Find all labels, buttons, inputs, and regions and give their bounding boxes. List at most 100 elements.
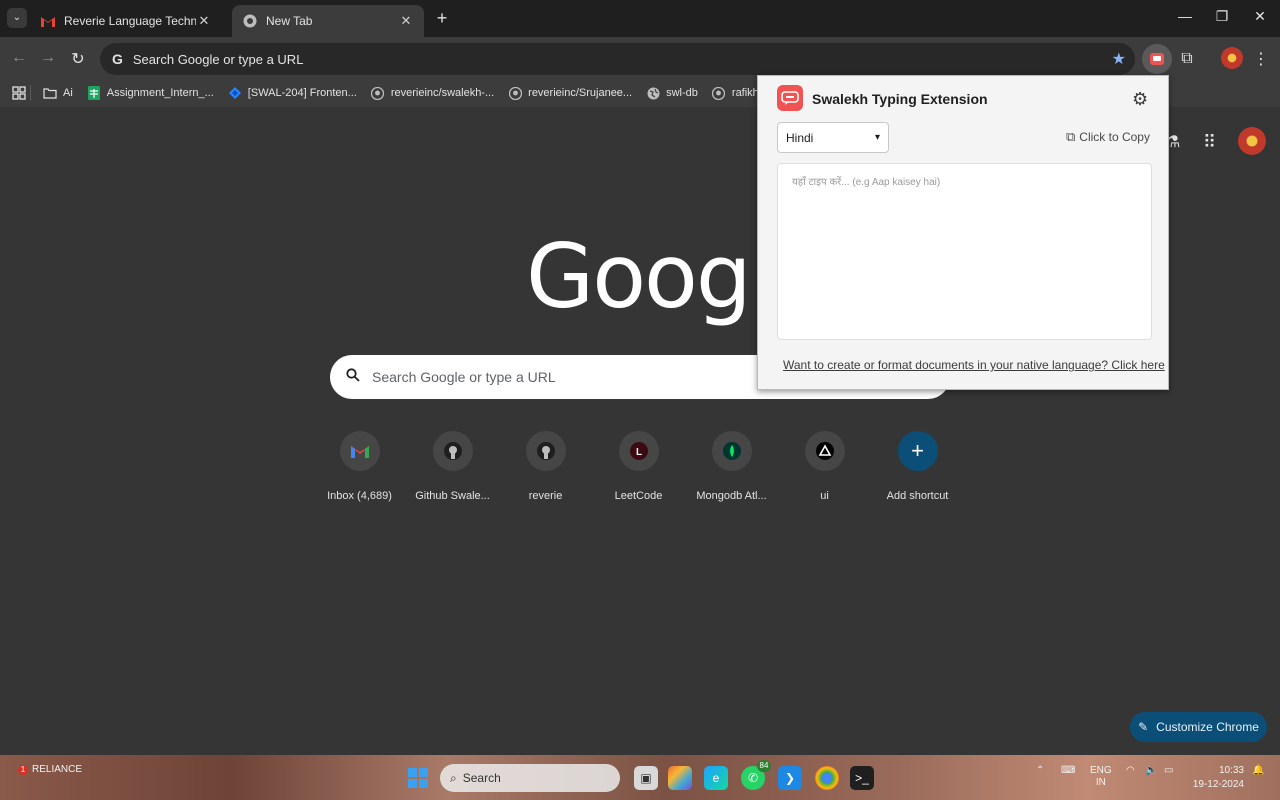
chevron-down-icon: ▾ [874, 132, 880, 143]
reload-icon[interactable]: ↻ [68, 49, 88, 69]
typing-textarea[interactable]: यहाँ टाइप करें... (e.g Aap kaisey hai) [777, 163, 1152, 340]
whatsapp-icon[interactable]: ✆ 84 [741, 760, 771, 790]
apps-grid-icon[interactable] [12, 86, 26, 100]
bookmark-item[interactable]: reverieinc/swalekh-... [371, 86, 494, 100]
language-select[interactable]: Hindi ▾ [777, 122, 889, 153]
svg-text:L: L [635, 447, 641, 458]
system-clock[interactable]: 10:33 19-12-2024 [1190, 764, 1244, 792]
bookmark-label: reverieinc/swalekh-... [390, 87, 495, 99]
popup-title: Swalekh Typing Extension [812, 91, 988, 107]
swalekh-icon [1150, 53, 1164, 65]
customize-chrome-button[interactable]: ✎ Customize Chrome [1130, 712, 1267, 742]
shortcut-tile[interactable]: ui [778, 431, 871, 502]
shortcut-tile[interactable]: Mongodb Atl... [685, 431, 778, 502]
tab-search-button[interactable]: ⌄ [7, 8, 27, 28]
google-apps-icon[interactable]: ⠿ [1203, 132, 1216, 153]
bookmark-item[interactable]: Assignment_Intern_... [87, 86, 214, 100]
address-bar[interactable]: G Search Google or type a URL ★ [100, 43, 1135, 75]
widgets-text: RELIANCE [32, 764, 83, 775]
plus-icon: + [897, 431, 938, 471]
task-view-icon[interactable]: ▣ [634, 766, 658, 790]
jira-icon [228, 86, 242, 100]
ui-icon [804, 431, 845, 471]
globe-icon [646, 86, 660, 100]
folder-icon [43, 86, 57, 100]
shortcut-label: Github Swale... [415, 490, 490, 502]
swalekh-extension-button[interactable] [1142, 44, 1172, 74]
github-icon [432, 431, 473, 471]
textarea-placeholder: यहाँ टाइप करें... (e.g Aap kaisey hai) [792, 177, 941, 188]
clock-date: 19-12-2024 [1192, 779, 1244, 790]
notifications-bell-icon[interactable]: 🔔 [1252, 765, 1264, 776]
close-tab-icon[interactable]: ✕ [398, 13, 414, 29]
shortcut-label: LeetCode [614, 490, 663, 502]
windows-taskbar: 1 RELIANCE ⌕ Search ▣ e ✆ 84 ❯ >_ ⌃ ⌨ EN… [0, 755, 1280, 800]
new-tab-button[interactable]: + [432, 8, 452, 28]
keyboard-icon[interactable]: ⌨ [1061, 765, 1075, 776]
search-icon [346, 368, 360, 386]
bookmark-label: reverieinc/Srujanee... [528, 87, 633, 99]
pencil-icon: ✎ [1138, 720, 1149, 734]
bookmark-item[interactable]: swl-db [646, 86, 698, 100]
shortcut-label: Inbox (4,689) [327, 490, 392, 502]
lang-line-1: ENG [1090, 765, 1112, 776]
leetcode-icon: L [618, 431, 659, 471]
battery-icon[interactable]: ▭ [1164, 765, 1173, 776]
tab-new-tab[interactable]: New Tab ✕ [232, 5, 424, 37]
add-shortcut-button[interactable]: + Add shortcut [871, 431, 964, 502]
search-icon: ⌕ [450, 770, 457, 785]
minimize-icon[interactable]: — [1170, 8, 1200, 24]
volume-icon[interactable]: 🔈 [1145, 765, 1157, 776]
mongodb-icon [711, 431, 752, 471]
shortcut-tile[interactable]: L LeetCode [592, 431, 685, 502]
taskbar-search-placeholder: Search [462, 771, 501, 785]
start-windows-icon[interactable] [408, 768, 428, 788]
gmail-icon [40, 13, 56, 29]
shortcut-tile[interactable]: Inbox (4,689) [313, 431, 406, 502]
widgets-button[interactable]: 1 RELIANCE [18, 764, 82, 775]
click-to-copy-button[interactable]: ⧉ Click to Copy [1066, 129, 1150, 145]
taskbar-search[interactable]: ⌕ Search [440, 764, 620, 792]
edge-icon[interactable]: e [704, 766, 728, 790]
profile-avatar[interactable] [1238, 127, 1266, 155]
menu-kebab-icon[interactable]: ⋮ [1253, 49, 1269, 69]
bookmark-item[interactable]: reverieinc/Srujanee... [508, 86, 632, 100]
restore-icon[interactable]: ❐ [1207, 8, 1237, 25]
shortcut-label: ui [820, 490, 829, 502]
close-window-icon[interactable]: ✕ [1245, 8, 1275, 25]
copilot-icon[interactable] [668, 766, 692, 790]
bookmark-label: Assignment_Intern_... [106, 87, 214, 99]
google-g-icon: G [112, 51, 123, 67]
customize-label: Customize Chrome [1156, 720, 1259, 734]
bookmark-separator [30, 85, 31, 101]
swalekh-logo-icon [777, 85, 803, 111]
back-icon[interactable]: ← [9, 49, 29, 67]
language-indicator[interactable]: ENG IN [1090, 765, 1112, 789]
bookmark-item[interactable]: [SWAL-204] Fronten... [228, 86, 357, 100]
bookmark-star-icon[interactable]: ★ [1112, 49, 1126, 69]
profile-avatar[interactable] [1221, 47, 1243, 69]
clock-time: 10:33 [1218, 765, 1244, 776]
tab-title: New Tab [266, 14, 313, 28]
language-selected: Hindi [786, 130, 814, 145]
forward-icon[interactable]: → [38, 49, 58, 67]
shortcut-tile[interactable]: reverie [499, 431, 592, 502]
shortcut-label: reverie [528, 490, 563, 502]
settings-gear-icon[interactable]: ⚙ [1132, 89, 1148, 110]
tab-strip: ⌄ Reverie Language Technologies ✕ New Ta… [0, 0, 1280, 37]
chrome-icon[interactable] [815, 766, 839, 790]
tray-chevron-up-icon[interactable]: ⌃ [1036, 765, 1044, 776]
wifi-icon[interactable]: ◠ [1126, 765, 1135, 776]
native-docs-link[interactable]: Want to create or format documents in yo… [783, 358, 1165, 372]
extensions-puzzle-icon[interactable]: ⧉ [1172, 44, 1202, 74]
tab-gmail[interactable]: Reverie Language Technologies ✕ [30, 5, 222, 37]
terminal-icon[interactable]: >_ [850, 766, 874, 790]
close-tab-icon[interactable]: ✕ [196, 13, 212, 29]
browser-toolbar: ← → ↻ G Search Google or type a URL ★ ⧉ … [0, 37, 1280, 79]
shortcut-label: Add shortcut [886, 490, 949, 502]
shortcut-tile[interactable]: Github Swale... [406, 431, 499, 502]
vscode-icon[interactable]: ❯ [778, 766, 802, 790]
gmail-icon [339, 431, 380, 471]
bookmark-item[interactable]: Ai [43, 86, 73, 100]
ntp-search-placeholder: Search Google or type a URL [372, 369, 556, 385]
